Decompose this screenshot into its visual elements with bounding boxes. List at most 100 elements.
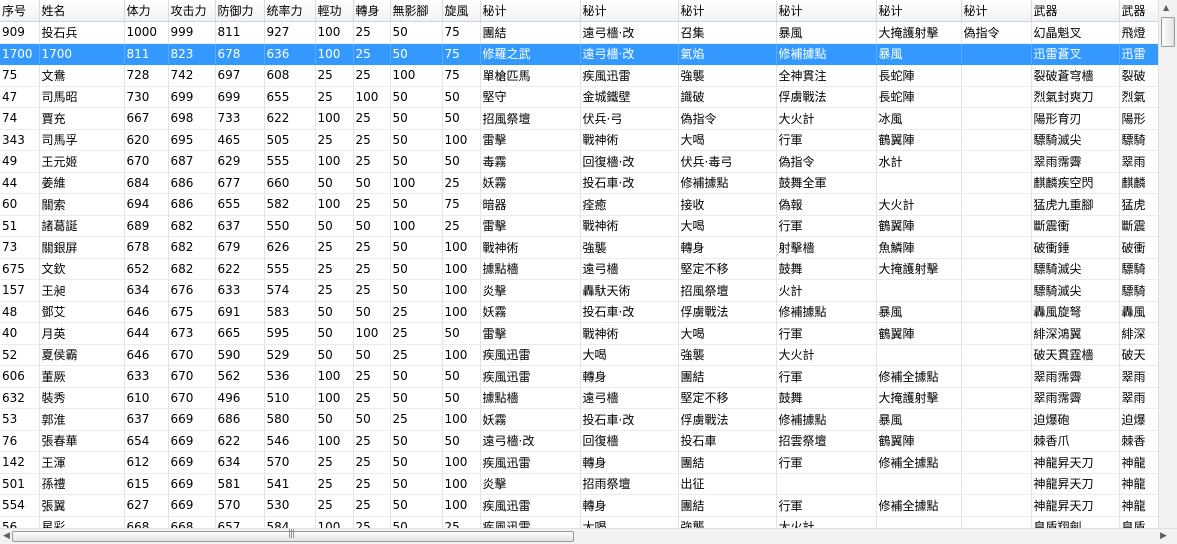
table-cell: 大喝 <box>678 129 777 151</box>
data-grid[interactable]: 序号 姓名 体力 攻击力 防御力 统率力 輕功 轉身 無影腳 旋風 秘计 秘计 秘计 秘计 秘计 秘计 武器 武器… <box>0 0 1158 528</box>
table-cell <box>961 344 1032 366</box>
vertical-scroll-thumb[interactable] <box>1161 17 1175 47</box>
table-row[interactable]: 909 投石兵 1000 999 811 927 100 25 50 75 團結 遠弓檣·改 召集 暴風大… <box>0 21 1158 44</box>
table-cell: 轉身 <box>580 451 679 474</box>
table-row[interactable]: 501 孫禮 615 669 581 541 25 25 50 100 炎擊 招雨祭壇 出征 神龍昇天刀神… <box>0 473 1158 495</box>
table-cell: 疾風迅雷 <box>580 64 679 87</box>
column-header[interactable]: 序号 <box>0 0 40 22</box>
table-row[interactable]: 53 郭淮 637 669 686 580 50 50 25 100 妖霧 投石車·改 俘虜戰法 修補據點… <box>0 408 1158 431</box>
scroll-up-arrow-icon[interactable]: ▲ <box>1163 3 1169 12</box>
table-cell: 574 <box>264 279 316 302</box>
table-cell: 投石車·改 <box>580 301 679 323</box>
table-row[interactable]: 343 司馬孚 620 695 465 505 25 25 50 100 雷擊 戰神術 大喝 行軍 鶴翼陣驃… <box>0 129 1158 151</box>
table-cell: 157 <box>0 279 40 302</box>
column-header[interactable]: 秘计 <box>480 0 581 22</box>
vertical-scrollbar[interactable]: ▲ <box>1158 0 1177 528</box>
horizontal-scrollbar[interactable]: ◀ ||| ▶ <box>0 528 1177 544</box>
table-row[interactable]: 632 裝秀 610 670 496 510 100 25 50 50 據點檣 遠弓檣 堅定不移 鼓舞 大掩… <box>0 387 1158 409</box>
table-cell: 50 <box>442 365 481 388</box>
table-cell: 神龍 <box>1119 494 1158 517</box>
table-cell: 50 <box>315 301 354 323</box>
column-header[interactable]: 轉身 <box>353 0 391 22</box>
table-row[interactable]: 49 王元姬 670 687 629 555 100 25 50 50 毒霧 回復檣·改 伏兵·毒弓 偽指… <box>0 150 1158 173</box>
table-cell: 695 <box>168 129 216 151</box>
table-cell: 823 <box>168 43 216 65</box>
table-row[interactable]: 48 鄧艾 646 675 691 583 50 50 25 100 妖霧 投石車·改 俘虜戰法 修補據點… <box>0 301 1158 323</box>
table-cell: 100 <box>442 451 481 474</box>
table-row[interactable]: 675 文欽 652 682 622 555 25 25 50 100 據點檣 遠弓檣 堅定不移 鼓舞 大掩… <box>0 258 1158 280</box>
table-cell: 622 <box>215 258 265 280</box>
table-row[interactable]: 157 王昶 634 676 633 574 25 25 50 100 炎擊 轟馱天術 招風祭壇 火計 驃騎… <box>0 279 1158 302</box>
table-cell: 接收 <box>678 193 777 216</box>
table-cell: 682 <box>168 236 216 259</box>
column-header[interactable]: 旋風 <box>442 0 481 22</box>
table-row[interactable]: 1700 1700 811 823 678 636 100 25 50 75 修羅之武 遠弓檣·改 氣焰… <box>0 43 1158 65</box>
table-row[interactable]: 554 張翼 627 669 570 530 25 25 50 100 疾風迅雷 轉身 團結 行軍 修補全據… <box>0 494 1158 517</box>
table-cell: 25 <box>315 473 354 495</box>
table-row[interactable]: 74 賈充 667 698 733 622 100 25 50 50 招風祭壇 伏兵·弓 偽指令 大火計冰… <box>0 107 1158 130</box>
horizontal-scroll-thumb[interactable]: ||| <box>12 529 574 542</box>
table-cell <box>876 172 962 194</box>
column-header[interactable]: 無影腳 <box>390 0 443 22</box>
table-cell: 25 <box>353 236 391 259</box>
table-cell: 遠弓檣·改 <box>580 21 679 44</box>
table-cell: 632 <box>0 387 40 409</box>
column-header[interactable]: 秘计 <box>678 0 777 22</box>
table-cell: 翠雨霈霽 <box>1031 150 1120 173</box>
column-header[interactable]: 秘计 <box>580 0 679 22</box>
table-cell <box>961 107 1032 130</box>
table-cell: 修補全據點 <box>876 494 962 517</box>
table-cell: 大掩護射擊 <box>876 21 962 44</box>
table-row[interactable]: 76 張春華 654 669 622 546 100 25 50 50 遠弓檣·改 回復檣 投石車 招雲祭… <box>0 430 1158 452</box>
column-header[interactable]: 防御力 <box>215 0 265 22</box>
table-cell <box>876 516 962 528</box>
table-row[interactable]: 52 夏侯霸 646 670 590 529 50 50 25 100 疾風迅雷 大喝 強襲 大火計 破天貫… <box>0 344 1158 366</box>
table-row[interactable]: 73 關銀屏 678 682 679 626 25 25 50 100 戰神術 強襲 轉身 射擊檣 魚鱗陣破… <box>0 236 1158 259</box>
column-header[interactable]: 统率力 <box>264 0 316 22</box>
column-header[interactable]: 姓名 <box>39 0 125 22</box>
table-cell: 修補據點 <box>776 301 877 323</box>
table-cell: 652 <box>124 258 169 280</box>
table-cell: 妖霧 <box>480 172 581 194</box>
table-cell: 51 <box>0 215 40 237</box>
table-cell <box>961 494 1032 517</box>
table-row[interactable]: 606 董厥 633 670 562 536 100 25 50 50 疾風迅雷 轉身 團結 行軍 修補全據… <box>0 365 1158 388</box>
table-cell: 100 <box>442 258 481 280</box>
table-row[interactable]: 56 星彩 668 668 657 584 100 25 50 25 疾風迅雷 大喝 強襲 大火計 皇盾翔劍… <box>0 516 1158 528</box>
column-header[interactable]: 武器 <box>1031 0 1120 22</box>
table-cell: 25 <box>442 172 481 194</box>
table-cell: 陽形 <box>1119 107 1158 130</box>
table-cell: 583 <box>264 301 316 323</box>
scroll-right-arrow-icon[interactable]: ▶ <box>1160 531 1167 541</box>
table-cell: 星彩 <box>39 516 125 528</box>
table-row[interactable]: 40 月英 644 673 665 595 50 100 25 50 雷擊 戰神術 大喝 行軍 鶴翼陣 緋深鴻… <box>0 322 1158 345</box>
table-cell: 大火計 <box>776 516 877 528</box>
table-cell: 識破 <box>678 86 777 108</box>
scroll-left-arrow-icon[interactable]: ◀ <box>3 531 10 541</box>
table-row[interactable]: 51 諸葛誕 689 682 637 550 50 50 100 25 雷擊 戰神術 大喝 行軍 鶴翼陣 斷震… <box>0 215 1158 237</box>
table-cell: 100 <box>315 150 354 173</box>
table-cell: 大喝 <box>580 516 679 528</box>
table-row[interactable]: 44 姜維 684 686 677 660 50 50 100 25 妖霧 投石車·改 修補據點 鼓舞全軍… <box>0 172 1158 194</box>
table-cell: 634 <box>124 279 169 302</box>
table-cell: 鼓舞全軍 <box>776 172 877 194</box>
table-cell: 612 <box>124 451 169 474</box>
table-cell: 大火計 <box>776 107 877 130</box>
column-header[interactable]: 秘计 <box>776 0 877 22</box>
column-header[interactable]: 秘计 <box>961 0 1032 22</box>
table-row[interactable]: 75 文鴦 728 742 697 608 25 25 100 75 單槍匹馬 疾風迅雷 強襲 全神貫注長… <box>0 64 1158 87</box>
column-header[interactable]: 輕功 <box>315 0 354 22</box>
column-header[interactable]: 攻击力 <box>168 0 216 22</box>
table-row[interactable]: 47 司馬昭 730 699 699 655 25 100 50 50 堅守 金城鐵壁 識破 俘虜戰法 長蛇… <box>0 86 1158 108</box>
column-header[interactable]: 体力 <box>124 0 169 22</box>
table-cell: 招風祭壇 <box>480 107 581 130</box>
table-row[interactable]: 60 關索 694 686 655 582 100 25 50 75 暗器 痊癒 接收 偽報 大火計 猛虎九重… <box>0 193 1158 216</box>
table-cell: 孫禮 <box>39 473 125 495</box>
table-cell: 驃騎 <box>1119 129 1158 151</box>
table-row[interactable]: 142 王渾 612 669 634 570 25 25 50 100 疾風迅雷 轉身 團結 行軍 修補全據… <box>0 451 1158 474</box>
table-cell: 大火計 <box>876 193 962 216</box>
table-cell: 50 <box>390 193 443 216</box>
table-cell: 文欽 <box>39 258 125 280</box>
column-header[interactable]: 秘计 <box>876 0 962 22</box>
column-header[interactable]: 武器 <box>1119 0 1158 22</box>
